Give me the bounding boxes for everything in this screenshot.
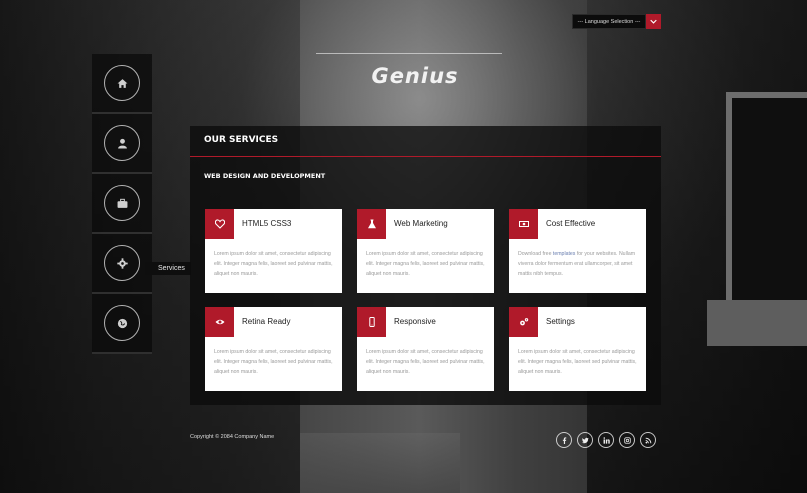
service-description: Lorem ipsum dolor sit amet, consectetur … [518, 349, 637, 375]
home-icon [117, 78, 127, 88]
chevron-down-icon [650, 19, 657, 24]
service-card: HTML5 CSS3 Lorem ipsum dolor sit amet, c… [205, 209, 342, 293]
service-card: Web Marketing Lorem ipsum dolor sit amet… [357, 209, 494, 293]
service-title: Responsive [394, 317, 436, 326]
title-divider [190, 156, 661, 157]
briefcase-icon [117, 198, 127, 208]
nav-item-contact[interactable] [92, 294, 152, 354]
language-dropdown-button[interactable] [646, 14, 661, 29]
services-panel: OUR SERVICES WEB DESIGN AND DEVELOPMENT … [190, 126, 661, 405]
nav-item-portfolio[interactable] [92, 174, 152, 234]
description-text: Download free [518, 251, 553, 257]
language-selector[interactable]: --- Language Selection --- [572, 14, 661, 29]
copyright-text: Copyright © 2084 Company Name [190, 434, 275, 440]
nav-tooltip: Services [145, 262, 191, 275]
service-description: Lorem ipsum dolor sit amet, consectetur … [366, 349, 485, 375]
side-navigation [92, 54, 152, 354]
facebook-link[interactable] [556, 432, 572, 448]
nav-item-services[interactable] [92, 234, 152, 294]
section-title: OUR SERVICES [204, 135, 279, 145]
service-title: Settings [546, 317, 575, 326]
social-links [556, 432, 656, 448]
heart-icon [214, 219, 225, 229]
linkedin-link[interactable] [598, 432, 614, 448]
eye-icon [215, 319, 224, 325]
header-divider [316, 53, 502, 54]
section-subtitle: WEB DESIGN AND DEVELOPMENT [204, 172, 326, 180]
service-title: Retina Ready [242, 317, 291, 326]
flask-icon [367, 219, 376, 229]
gear-icon [116, 257, 128, 269]
service-title: Cost Effective [546, 219, 596, 228]
twitter-icon [581, 437, 589, 443]
service-title: Web Marketing [394, 219, 448, 228]
language-select[interactable]: --- Language Selection --- [572, 14, 646, 29]
instagram-link[interactable] [619, 432, 635, 448]
service-description: Download free templates for your website… [518, 249, 640, 279]
rss-icon [645, 437, 651, 443]
service-card: Responsive Lorem ipsum dolor sit amet, c… [357, 307, 494, 391]
money-icon [518, 221, 529, 227]
facebook-icon [562, 436, 566, 444]
service-card: Settings Lorem ipsum dolor sit amet, con… [509, 307, 646, 391]
user-icon [117, 138, 127, 148]
nav-item-about[interactable] [92, 114, 152, 174]
mobile-icon [368, 317, 375, 327]
service-card: Cost Effective Download free templates f… [509, 209, 646, 293]
instagram-icon [623, 436, 631, 444]
templates-link[interactable]: templates [553, 251, 576, 257]
site-logo[interactable]: Genius [340, 64, 490, 88]
service-title: HTML5 CSS3 [242, 219, 292, 228]
service-card: Retina Ready Lorem ipsum dolor sit amet,… [205, 307, 342, 391]
service-description: Lorem ipsum dolor sit amet, consectetur … [214, 251, 333, 277]
cogs-icon [519, 318, 528, 326]
rss-link[interactable] [640, 432, 656, 448]
nav-item-home[interactable] [92, 54, 152, 114]
service-description: Lorem ipsum dolor sit amet, consectetur … [366, 251, 485, 277]
globe-icon [117, 318, 127, 328]
linkedin-icon [602, 436, 610, 444]
service-description: Lorem ipsum dolor sit amet, consectetur … [214, 349, 333, 375]
twitter-link[interactable] [577, 432, 593, 448]
